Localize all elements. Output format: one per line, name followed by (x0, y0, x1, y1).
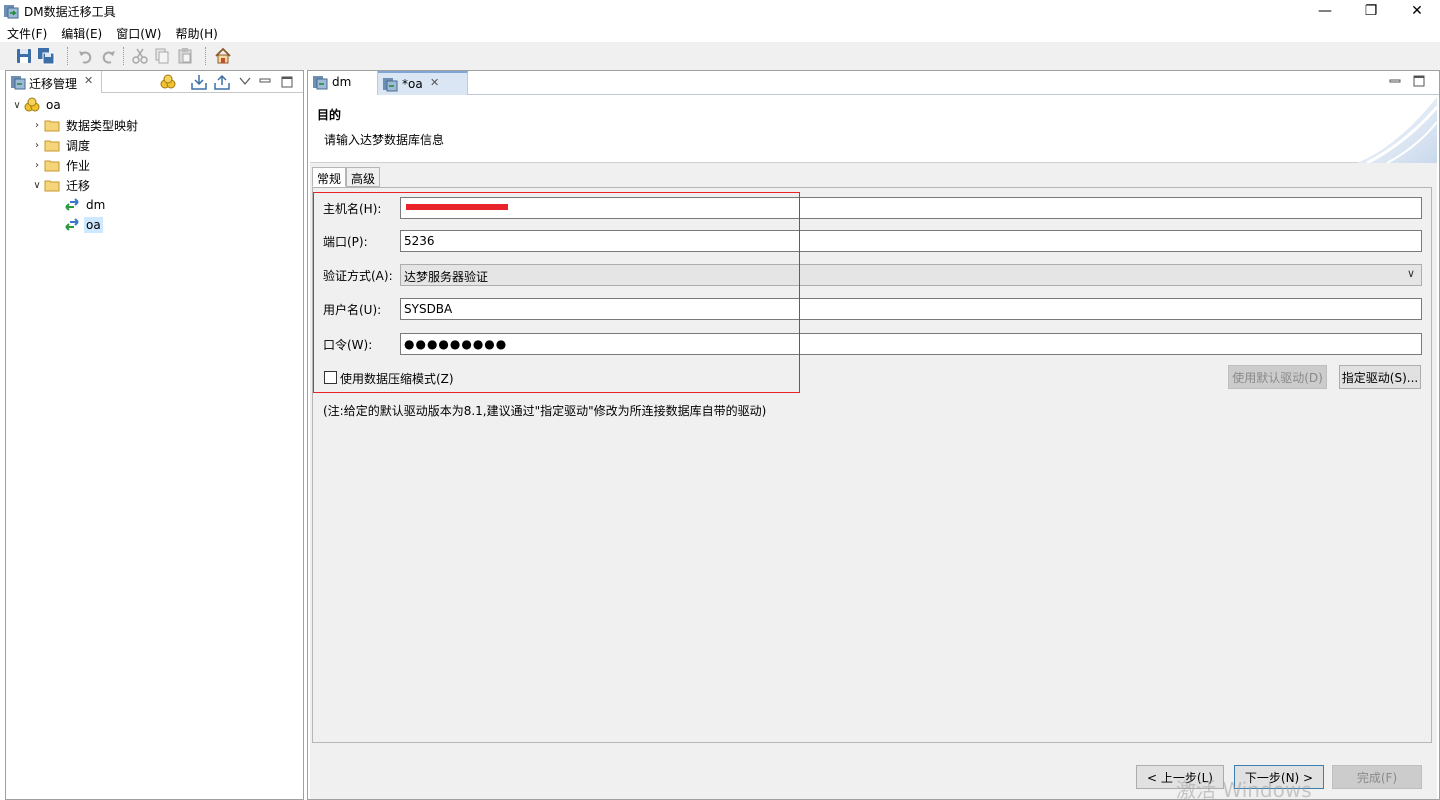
tab-general[interactable]: 常规 (312, 167, 347, 187)
toolbar (0, 42, 1440, 70)
tab-label: *oa (402, 77, 423, 91)
migration-manager-view: 迁移管理 ✕ ∨ oa › 数据类型映射 › 调度 › 作业 ∨ 迁移 dm o… (5, 70, 304, 800)
tree-label: 数据类型映射 (66, 118, 139, 133)
menu-help[interactable]: 帮助(H) (168, 22, 224, 42)
tree-label: 迁移 (66, 178, 91, 193)
toolbar-separator (123, 47, 124, 65)
toolbar-separator (67, 47, 68, 65)
finish-button[interactable]: 完成(F) (1332, 765, 1422, 789)
migration-editor-icon (383, 78, 398, 92)
tree-node-migration[interactable]: ∨ 迁移 (30, 175, 92, 195)
title-bar: DM数据迁移工具 — ❐ ✕ (0, 0, 1440, 22)
wizard-header: 目的 请输入达梦数据库信息 (310, 97, 1437, 163)
tree-label: oa (84, 217, 103, 233)
menu-bar: 文件(F) 编辑(E) 窗口(W) 帮助(H) (0, 22, 1440, 42)
tree-label: 作业 (66, 158, 91, 173)
minimize-button[interactable]: — (1302, 0, 1348, 22)
tree-node-migration-dm[interactable]: dm (64, 195, 107, 215)
collapse-icon[interactable]: ∨ (30, 180, 44, 191)
tab-label: 迁移管理 (29, 77, 78, 91)
tree-label: 调度 (66, 138, 91, 153)
tree-node-migration-oa[interactable]: oa (64, 215, 103, 235)
expand-icon[interactable]: › (30, 120, 44, 131)
import-icon[interactable] (190, 73, 208, 91)
copy-icon[interactable] (153, 47, 171, 65)
wizard-description: 请输入达梦数据库信息 (324, 133, 445, 147)
folder-icon (44, 180, 60, 192)
toolbar-separator (205, 47, 206, 65)
redo-icon[interactable] (99, 47, 117, 65)
migration-arrows-icon (65, 198, 79, 211)
driver-note: (注:给定的默认驱动版本为8.1,建议通过"指定驱动"修改为所连接数据库自带的驱… (323, 404, 767, 418)
editor-tab-bar: dm *oa ✕ (308, 71, 1439, 95)
app-icon (4, 5, 19, 19)
menu-file[interactable]: 文件(F) (0, 22, 54, 42)
home-icon[interactable] (214, 47, 232, 65)
export-icon[interactable] (213, 73, 231, 91)
tab-label: dm (332, 75, 352, 89)
save-all-icon[interactable] (37, 47, 55, 65)
cut-icon[interactable] (131, 47, 149, 65)
minimize-editor-icon[interactable] (1388, 74, 1402, 88)
tab-oa[interactable]: *oa ✕ (378, 71, 468, 95)
menu-window[interactable]: 窗口(W) (109, 22, 168, 42)
menu-edit[interactable]: 编辑(E) (54, 22, 109, 42)
close-icon[interactable]: ✕ (84, 74, 93, 87)
wizard-banner-graphic (1357, 97, 1437, 163)
tab-dm[interactable]: dm (308, 71, 378, 95)
tree-label: oa (46, 98, 61, 112)
folder-icon (44, 160, 60, 172)
folder-icon (44, 120, 60, 132)
save-icon[interactable] (15, 47, 33, 65)
tree-node-job[interactable]: › 作业 (30, 155, 92, 175)
paste-icon[interactable] (176, 47, 194, 65)
maximize-view-icon[interactable] (278, 73, 296, 91)
chevron-down-icon: ∨ (1406, 267, 1415, 280)
annotation-highlight-box (313, 192, 800, 393)
migration-arrows-icon (65, 218, 79, 231)
undo-icon[interactable] (77, 47, 95, 65)
tree-label: dm (86, 198, 106, 212)
migration-manager-icon (11, 76, 26, 90)
expand-icon[interactable]: › (30, 160, 44, 171)
settings-tabs: 常规 高级 (312, 167, 381, 187)
close-button[interactable]: ✕ (1394, 0, 1440, 22)
folder-icon (44, 140, 60, 152)
tree-node-project[interactable]: ∨ oa (10, 95, 63, 115)
editor-area: dm *oa ✕ 目的 请输入达梦数据库信息 常规 高级 主机名(H): 端口(… (307, 70, 1440, 800)
specify-driver-button[interactable]: 指定驱动(S)... (1339, 365, 1421, 389)
view-tab-bar: 迁移管理 ✕ (6, 71, 303, 93)
window-title: DM数据迁移工具 (24, 5, 116, 19)
wizard-title: 目的 (317, 108, 342, 122)
expand-icon[interactable]: › (30, 140, 44, 151)
view-menu-icon[interactable] (236, 73, 254, 91)
tab-advanced[interactable]: 高级 (346, 167, 381, 187)
tree-node-type-mapping[interactable]: › 数据类型映射 (30, 115, 140, 135)
maximize-editor-icon[interactable] (1412, 74, 1426, 88)
minimize-view-icon[interactable] (256, 73, 274, 91)
activation-watermark: 激活 Windows (1176, 778, 1312, 800)
tab-migration-manager[interactable]: 迁移管理 ✕ (6, 71, 102, 93)
project-icon (24, 97, 40, 112)
maximize-button[interactable]: ❐ (1348, 0, 1394, 22)
close-icon[interactable]: ✕ (430, 76, 439, 89)
migration-editor-icon (313, 76, 328, 90)
default-driver-button[interactable]: 使用默认驱动(D) (1228, 365, 1327, 389)
tree-node-schedule[interactable]: › 调度 (30, 135, 92, 155)
new-project-icon[interactable] (159, 73, 177, 91)
collapse-icon[interactable]: ∨ (10, 100, 24, 111)
